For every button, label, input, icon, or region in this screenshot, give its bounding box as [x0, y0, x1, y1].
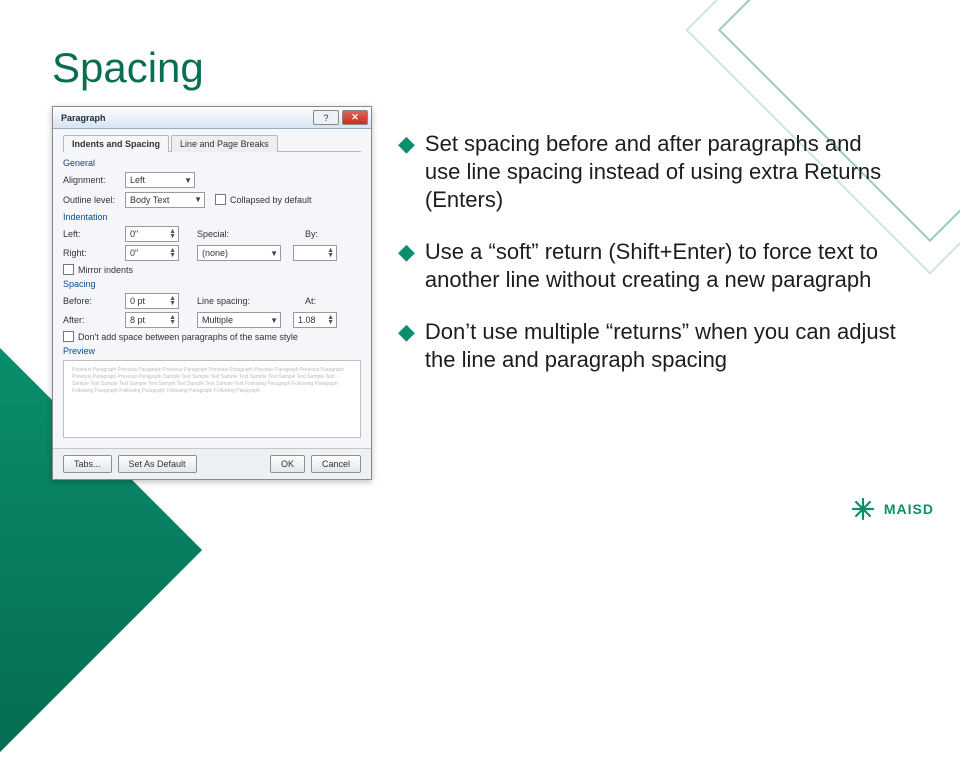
- bullet-text: Don’t use multiple “returns” when you ca…: [425, 318, 896, 374]
- outline-label: Outline level:: [63, 195, 121, 205]
- after-value: 8 pt: [130, 315, 145, 325]
- paragraph-dialog: Paragraph ? ✕ Indents and Spacing Line a…: [52, 106, 372, 480]
- dialog-tabs: Indents and Spacing Line and Page Breaks: [63, 135, 361, 152]
- bullet-item: ◆ Don’t use multiple “returns” when you …: [398, 318, 896, 374]
- right-label: Right:: [63, 248, 121, 258]
- ok-button[interactable]: OK: [270, 455, 305, 473]
- cancel-button[interactable]: Cancel: [311, 455, 361, 473]
- bullet-text: Set spacing before and after paragraphs …: [425, 130, 896, 214]
- left-value: 0": [130, 229, 138, 239]
- alignment-combo[interactable]: Left ▼: [125, 172, 195, 188]
- at-spinner[interactable]: 1.08 ▲▼: [293, 312, 337, 328]
- section-indentation: Indentation: [63, 212, 361, 222]
- special-label: Special:: [197, 229, 241, 239]
- window-buttons: ? ✕: [313, 110, 368, 125]
- bullet-item: ◆ Use a “soft” return (Shift+Enter) to f…: [398, 238, 896, 294]
- spinner-arrows-icon: ▲▼: [169, 229, 176, 239]
- no-space-label: Don't add space between paragraphs of th…: [78, 332, 298, 342]
- brand-logo: MAISD: [850, 496, 934, 522]
- section-preview: Preview: [63, 346, 361, 356]
- bullet-text: Use a “soft” return (Shift+Enter) to for…: [425, 238, 896, 294]
- special-value: (none): [202, 248, 228, 258]
- alignment-value: Left: [130, 175, 145, 185]
- bullet-item: ◆ Set spacing before and after paragraph…: [398, 130, 896, 214]
- dialog-title: Paragraph: [61, 113, 106, 123]
- before-label: Before:: [63, 296, 121, 306]
- section-general: General: [63, 158, 361, 168]
- mirror-label: Mirror indents: [78, 265, 133, 275]
- outline-combo[interactable]: Body Text ▼: [125, 192, 205, 208]
- slide-title: Spacing: [52, 44, 204, 92]
- preview-box: Previous Paragraph Previous Paragraph Pr…: [63, 360, 361, 438]
- help-button[interactable]: ?: [313, 110, 339, 125]
- close-button[interactable]: ✕: [342, 110, 368, 125]
- chevron-down-icon: ▼: [194, 195, 202, 204]
- collapse-label: Collapsed by default: [230, 195, 312, 205]
- after-spinner[interactable]: 8 pt ▲▼: [125, 312, 179, 328]
- spinner-arrows-icon: ▲▼: [327, 315, 334, 325]
- at-label: At:: [305, 296, 331, 306]
- logo-text: MAISD: [884, 501, 934, 517]
- right-value: 0": [130, 248, 138, 258]
- after-label: After:: [63, 315, 121, 325]
- line-spacing-label: Line spacing:: [197, 296, 261, 306]
- before-spinner[interactable]: 0 pt ▲▼: [125, 293, 179, 309]
- dialog-titlebar: Paragraph ? ✕: [53, 107, 371, 129]
- at-value: 1.08: [298, 315, 316, 325]
- mirror-checkbox[interactable]: [63, 264, 74, 275]
- before-value: 0 pt: [130, 296, 145, 306]
- chevron-down-icon: ▼: [184, 176, 192, 185]
- chevron-down-icon: ▼: [270, 316, 278, 325]
- left-label: Left:: [63, 229, 121, 239]
- bullet-icon: ◆: [398, 130, 415, 214]
- tab-line-page-breaks[interactable]: Line and Page Breaks: [171, 135, 278, 152]
- right-spinner[interactable]: 0" ▲▼: [125, 245, 179, 261]
- tab-indents-spacing[interactable]: Indents and Spacing: [63, 135, 169, 152]
- tabs-button[interactable]: Tabs...: [63, 455, 112, 473]
- outline-value: Body Text: [130, 195, 169, 205]
- spinner-arrows-icon: ▲▼: [169, 315, 176, 325]
- logo-mark-icon: [850, 496, 876, 522]
- by-spinner[interactable]: ▲▼: [293, 245, 337, 261]
- bullet-icon: ◆: [398, 238, 415, 294]
- chevron-down-icon: ▼: [270, 249, 278, 258]
- spinner-arrows-icon: ▲▼: [169, 248, 176, 258]
- by-label: By:: [305, 229, 331, 239]
- bullet-icon: ◆: [398, 318, 415, 374]
- set-default-button[interactable]: Set As Default: [118, 455, 197, 473]
- collapse-checkbox[interactable]: [215, 194, 226, 205]
- spinner-arrows-icon: ▲▼: [169, 296, 176, 306]
- section-spacing: Spacing: [63, 279, 361, 289]
- special-combo[interactable]: (none) ▼: [197, 245, 281, 261]
- alignment-label: Alignment:: [63, 175, 121, 185]
- no-space-checkbox[interactable]: [63, 331, 74, 342]
- spinner-arrows-icon: ▲▼: [327, 248, 334, 258]
- left-spinner[interactable]: 0" ▲▼: [125, 226, 179, 242]
- line-spacing-combo[interactable]: Multiple ▼: [197, 312, 281, 328]
- line-spacing-value: Multiple: [202, 315, 233, 325]
- slide-body: ◆ Set spacing before and after paragraph…: [398, 130, 896, 398]
